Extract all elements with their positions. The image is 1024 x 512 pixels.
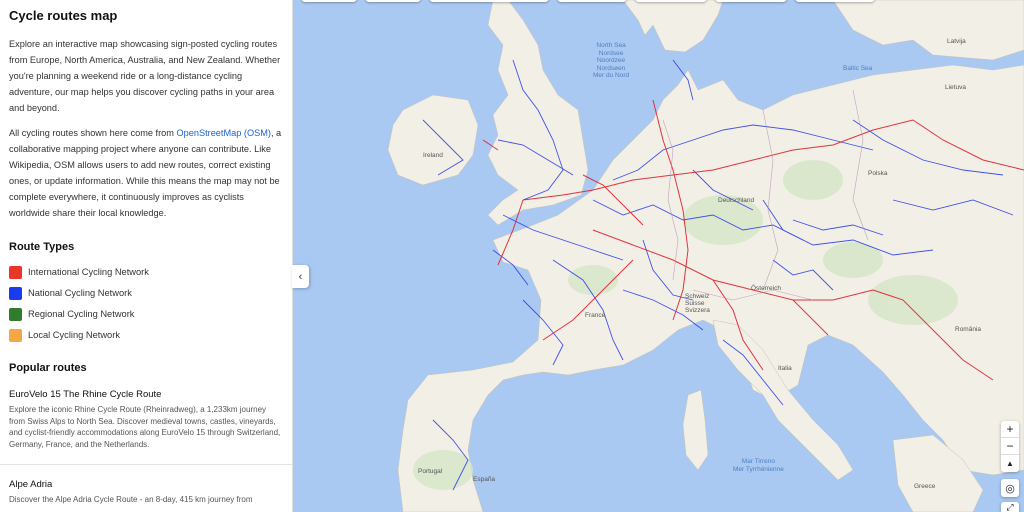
- legend-item-international[interactable]: International Cycling Network: [9, 265, 283, 279]
- label-lietuva: Lietuva: [945, 84, 966, 91]
- compass-button[interactable]: ▲: [1001, 455, 1019, 472]
- legend-label: Regional Cycling Network: [28, 309, 135, 319]
- legend-label: Local Cycling Network: [28, 330, 120, 340]
- land-ireland: [387, 94, 479, 186]
- label-osterreich: Österreich: [751, 285, 781, 292]
- sidebar: Cycle routes map Explore an interactive …: [0, 0, 293, 512]
- label-france: France: [585, 312, 606, 319]
- land-scandinavia: [622, 0, 724, 53]
- fullscreen-button[interactable]: ⤢: [1001, 502, 1019, 512]
- label-latvija: Latvija: [947, 38, 966, 45]
- label-portugal: Portugal: [418, 468, 443, 475]
- locate-button[interactable]: ◎: [1001, 479, 1019, 497]
- legend-swatch-regional: [9, 307, 22, 321]
- route-name[interactable]: EuroVelo 15 The Rhine Cycle Route: [9, 389, 283, 400]
- zoom-control: + − ▲: [1001, 421, 1019, 472]
- legend-item-national[interactable]: National Cycling Network: [9, 286, 283, 300]
- route-types-legend: International Cycling Network National C…: [9, 265, 283, 342]
- osm-text-after: , a collaborative mapping project where …: [9, 128, 282, 218]
- land-norway-east: [832, 0, 1024, 61]
- label-baltic-sea: Baltic Sea: [843, 65, 873, 72]
- route-description: Explore the iconic Rhine Cycle Route (Rh…: [9, 405, 281, 449]
- legend-swatch-local: [9, 328, 22, 342]
- label-ireland: Ireland: [423, 152, 443, 159]
- filter-chip[interactable]: [795, 0, 875, 2]
- osm-paragraph: All cycling routes shown here come from …: [9, 125, 283, 221]
- label-espana: España: [473, 476, 496, 483]
- zoom-out-button[interactable]: −: [1001, 438, 1019, 455]
- filter-chip[interactable]: [715, 0, 787, 2]
- map-canvas[interactable]: North Sea Nordsee Noordzee Nordsøen Mer …: [293, 0, 1024, 512]
- legend-item-local[interactable]: Local Cycling Network: [9, 328, 283, 342]
- route-description: Discover the Alpe Adria Cycle Route - an…: [9, 495, 253, 504]
- label-polska: Polska: [868, 170, 888, 177]
- legend-swatch-national: [9, 286, 22, 300]
- label-schweiz: Schweiz Suisse Svizzera: [685, 293, 710, 314]
- legend-item-regional[interactable]: Regional Cycling Network: [9, 307, 283, 321]
- route-types-title: Route Types: [9, 241, 75, 253]
- intro-paragraph: Explore an interactive map showcasing si…: [9, 39, 281, 113]
- land-great-britain: [487, 0, 589, 226]
- osm-link[interactable]: OpenStreetMap (OSM): [176, 128, 270, 138]
- land-corsica-sardinia: [682, 389, 709, 471]
- legend-swatch-international: [9, 265, 22, 279]
- chevron-left-icon: ‹: [298, 270, 303, 283]
- filter-chip[interactable]: [429, 0, 549, 2]
- map-basemap: [387, 0, 1024, 512]
- zoom-in-button[interactable]: +: [1001, 421, 1019, 438]
- legend-label: National Cycling Network: [28, 288, 132, 298]
- label-greece: Greece: [914, 483, 936, 490]
- route-name[interactable]: Alpe Adria: [9, 479, 283, 490]
- label-italia: Italia: [778, 365, 792, 372]
- route-divider: [0, 464, 292, 465]
- collapse-sidebar-button[interactable]: ‹: [292, 265, 309, 288]
- label-tyrrhenian-sea: Mar Tirreno Mer Tyrrhénienne: [733, 458, 784, 473]
- filter-chip[interactable]: [365, 0, 421, 2]
- legend-label: International Cycling Network: [28, 267, 149, 277]
- label-north-sea: North Sea Nordsee Noordzee Nordsøen Mer …: [593, 42, 630, 79]
- label-romania: România: [955, 326, 982, 333]
- popular-route-card[interactable]: EuroVelo 15 The Rhine Cycle Route Explor…: [9, 389, 283, 464]
- top-filter-bar: [301, 0, 875, 2]
- popular-routes-title: Popular routes: [9, 362, 87, 374]
- filter-chip[interactable]: [635, 0, 707, 2]
- filter-chip[interactable]: [301, 0, 357, 2]
- label-deutschland: Deutschland: [718, 197, 755, 204]
- popular-route-card[interactable]: Alpe Adria Discover the Alpe Adria Cycle…: [9, 479, 283, 512]
- filter-chip[interactable]: [557, 0, 627, 2]
- page-title: Cycle routes map: [9, 8, 118, 23]
- osm-text-before: All cycling routes shown here come from: [9, 128, 177, 138]
